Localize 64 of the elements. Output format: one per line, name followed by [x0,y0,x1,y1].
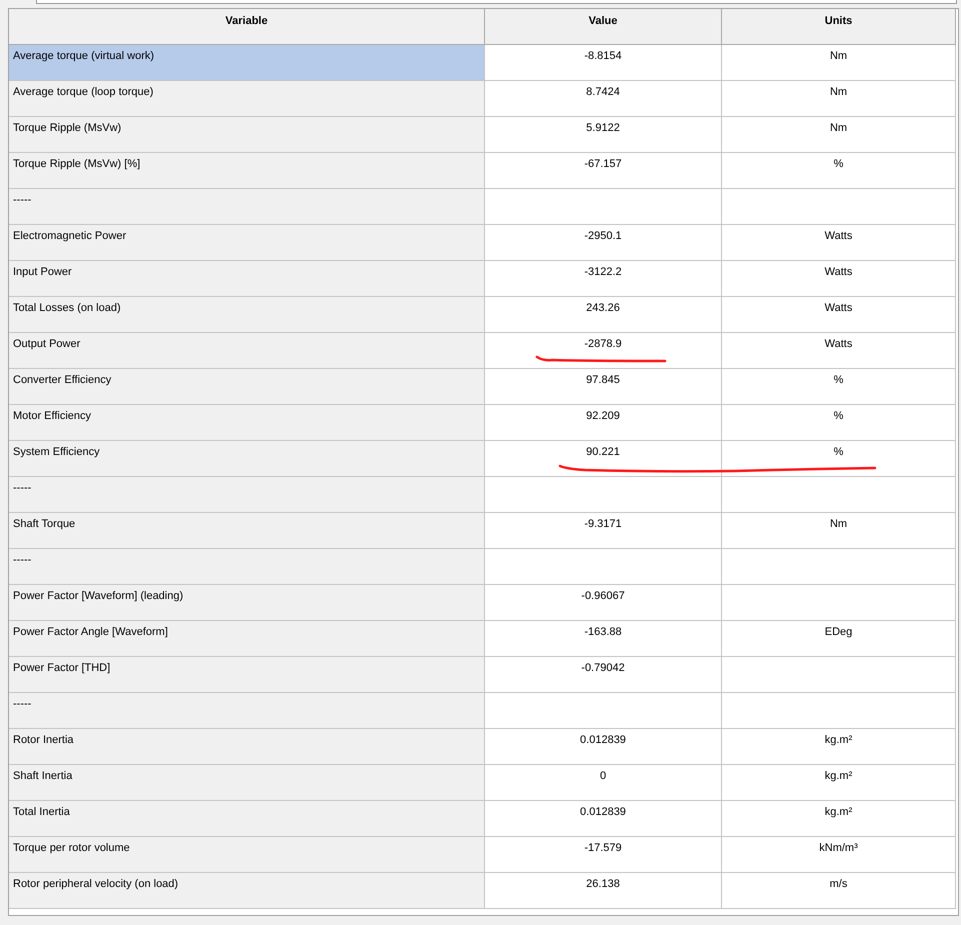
table-cell: 97.845 [485,369,722,405]
table-cell[interactable]: ----- [9,693,485,729]
table-cell: kg.m² [722,801,956,837]
table-cell: m/s [722,873,956,909]
table-cell: -9.3171 [485,513,722,549]
table-cell: % [722,369,956,405]
table-cell: -2878.9 [485,333,722,369]
table-cell: -17.579 [485,837,722,873]
table-cell: 0.012839 [485,801,722,837]
table-cell: kg.m² [722,765,956,801]
table-cell: 8.7424 [485,81,722,117]
table-cell: Nm [722,513,956,549]
column-header[interactable]: Value [485,9,722,45]
table-cell: Watts [722,261,956,297]
table-cell[interactable]: Rotor peripheral velocity (on load) [9,873,485,909]
table-cell: Nm [722,117,956,153]
table-cell: % [722,405,956,441]
table-cell[interactable]: Total Inertia [9,801,485,837]
table-cell[interactable]: ----- [9,549,485,585]
table-cell[interactable]: Torque per rotor volume [9,837,485,873]
table-cell[interactable]: Average torque (virtual work) [9,45,485,81]
table-cell: % [722,441,956,477]
table-cell[interactable]: Motor Efficiency [9,405,485,441]
table-cell: -3122.2 [485,261,722,297]
table-cell: % [722,153,956,189]
table-cell: Watts [722,225,956,261]
table-cell[interactable]: Shaft Torque [9,513,485,549]
table-cell[interactable]: ----- [9,189,485,225]
table-cell: -2950.1 [485,225,722,261]
table-cell[interactable]: Power Factor [THD] [9,657,485,693]
table-cell: -8.8154 [485,45,722,81]
table-cell: kNm/m³ [722,837,956,873]
table-cell[interactable]: Electromagnetic Power [9,225,485,261]
table-cell[interactable]: System Efficiency [9,441,485,477]
table-cell: Watts [722,297,956,333]
table-cell[interactable]: Torque Ripple (MsVw) [9,117,485,153]
table-cell[interactable]: Power Factor [Waveform] (leading) [9,585,485,621]
table-cell: -0.79042 [485,657,722,693]
table-cell: 0 [485,765,722,801]
table-cell: 5.9122 [485,117,722,153]
table-cell: -67.157 [485,153,722,189]
table-cell: -0.96067 [485,585,722,621]
table-cell[interactable]: Total Losses (on load) [9,297,485,333]
table-cell: kg.m² [722,729,956,765]
table-cell: Nm [722,81,956,117]
table-cell[interactable]: Average torque (loop torque) [9,81,485,117]
column-header[interactable]: Variable [9,9,485,45]
table-cell[interactable]: Input Power [9,261,485,297]
table-cell: 26.138 [485,873,722,909]
table-cell[interactable]: Shaft Inertia [9,765,485,801]
table-cell[interactable]: Rotor Inertia [9,729,485,765]
table-cell[interactable]: Torque Ripple (MsVw) [%] [9,153,485,189]
table-cell: 92.209 [485,405,722,441]
table-cell: Watts [722,333,956,369]
table-cell: -163.88 [485,621,722,657]
table-cell: 0.012839 [485,729,722,765]
table-cell: EDeg [722,621,956,657]
table-cell[interactable]: Power Factor Angle [Waveform] [9,621,485,657]
table-cell[interactable]: Converter Efficiency [9,369,485,405]
table-cell[interactable]: ----- [9,477,485,513]
table-cell: Nm [722,45,956,81]
table-cell: 243.26 [485,297,722,333]
column-header[interactable]: Units [722,9,956,45]
table-cell[interactable]: Output Power [9,333,485,369]
